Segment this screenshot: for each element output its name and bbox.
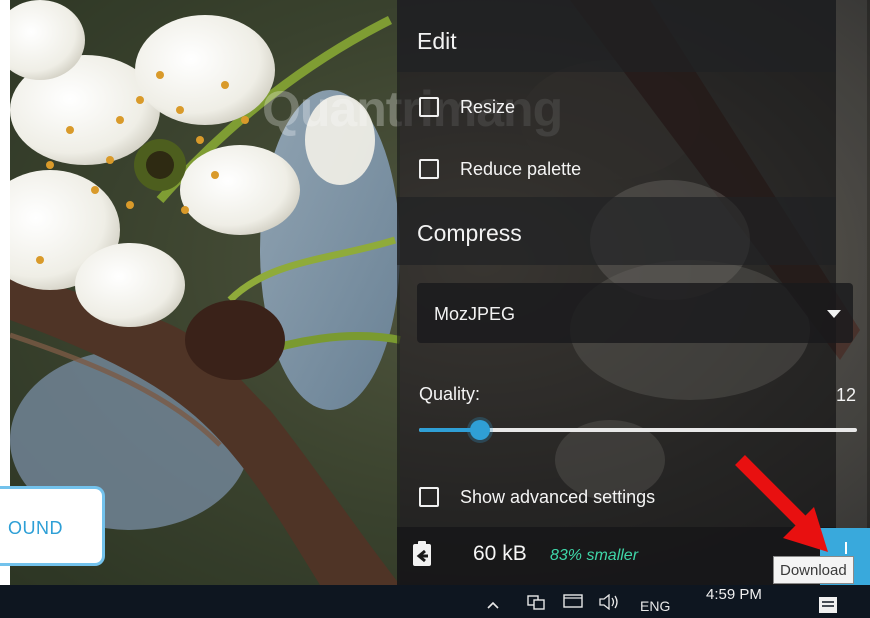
quality-value: 12 — [835, 385, 856, 405]
taskbar: ENG 4:59 PM — [0, 585, 870, 618]
resize-label: Resize — [460, 96, 516, 117]
compress-section-header: Compress — [397, 197, 836, 265]
copy-to-clipboard-icon[interactable] — [412, 541, 432, 567]
codec-select-value: MozJPEG — [434, 304, 516, 324]
chevron-up-icon[interactable] — [487, 597, 499, 613]
display-icon[interactable] — [563, 594, 583, 613]
advanced-settings-label: Show advanced settings — [460, 486, 656, 507]
notification-icon[interactable] — [818, 596, 838, 617]
output-size: 60 kB — [473, 542, 527, 565]
squoosh-window: Quantrimang OUND Edit Resize Reduce pale… — [0, 0, 870, 618]
reduce-palette-option[interactable]: Reduce palette — [419, 154, 581, 184]
advanced-settings-checkbox[interactable] — [419, 487, 439, 507]
edit-section-title: Edit — [417, 28, 457, 54]
network-icon[interactable] — [527, 594, 545, 613]
codec-select[interactable]: MozJPEG — [417, 283, 853, 343]
download-icon — [845, 542, 847, 554]
quality-label: Quality: — [419, 384, 481, 404]
size-savings: 83% smaller — [550, 547, 639, 564]
drop-image-button[interactable]: OUND — [0, 486, 105, 566]
reduce-palette-checkbox[interactable] — [419, 159, 439, 179]
drop-image-button-label: OUND — [8, 518, 63, 538]
quality-slider[interactable] — [419, 420, 857, 440]
chevron-down-icon — [827, 310, 841, 318]
volume-icon[interactable] — [598, 593, 620, 613]
settings-panel: Edit Resize Reduce palette Compress MozJ… — [397, 0, 870, 585]
edit-section-header: Edit — [397, 0, 836, 72]
advanced-settings-option[interactable]: Show advanced settings — [419, 482, 655, 512]
language-indicator[interactable]: ENG — [640, 598, 670, 614]
clock[interactable]: 4:59 PM — [706, 586, 762, 603]
download-tooltip: Download — [773, 556, 854, 584]
edit-section-body: Resize Reduce palette — [397, 72, 836, 197]
resize-option[interactable]: Resize — [419, 92, 515, 122]
resize-checkbox[interactable] — [419, 97, 439, 117]
result-bar: 60 kB 83% smaller — [397, 527, 836, 585]
reduce-palette-label: Reduce palette — [460, 158, 582, 179]
compress-section-title: Compress — [417, 220, 522, 246]
